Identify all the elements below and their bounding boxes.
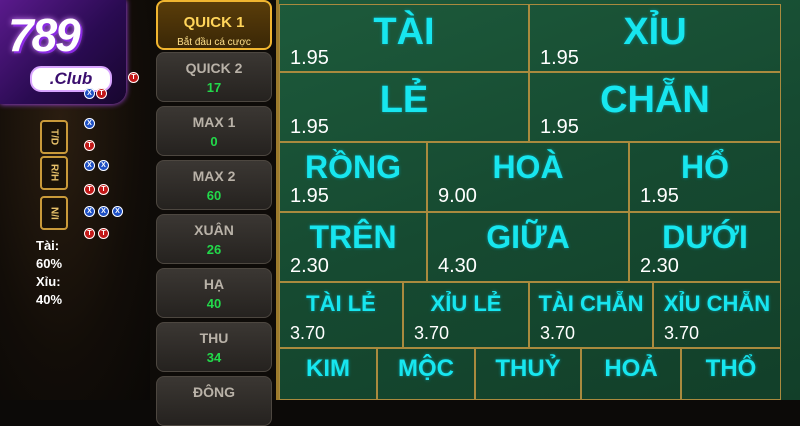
mode-value: 0 (210, 134, 218, 149)
bet-giua[interactable]: GIỮA 4.30 (427, 212, 629, 282)
bet-label: KIM (306, 355, 350, 382)
bet-label: DƯỚI (662, 219, 748, 255)
bet-odd: 2.30 (290, 255, 329, 277)
history-dot-tai: T (98, 228, 109, 239)
mode-name: ĐÔNG (193, 384, 235, 400)
bet-chan[interactable]: CHẴN 1.95 (529, 72, 781, 142)
mode-max-2[interactable]: MAX 2 60 (156, 160, 272, 210)
mode-thu[interactable]: THU 34 (156, 322, 272, 372)
bet-label: HỔ (681, 149, 729, 185)
bet-odd: 1.95 (290, 185, 329, 207)
bet-label: MỘC (398, 355, 454, 382)
bet-odd: 1.95 (540, 47, 579, 69)
bet-odd: 3.70 (664, 323, 700, 343)
bet-rong[interactable]: RỒNG 1.95 (279, 142, 427, 212)
bet-le[interactable]: LẺ 1.95 (279, 72, 529, 142)
bet-label: THỔ (705, 355, 757, 382)
tai-stat-label: Tài: (36, 238, 60, 253)
brand-logo: 789 .Club (0, 0, 126, 104)
bet-hoa-element[interactable]: HOẢ (581, 348, 681, 400)
mode-name: QUICK 2 (185, 60, 243, 76)
bet-odd: 4.30 (438, 255, 477, 277)
history-dot-xiu: X (84, 118, 95, 129)
bet-odd: 9.00 (438, 185, 477, 207)
bet-xiu-le[interactable]: XỈU LẺ 3.70 (403, 282, 529, 348)
bet-xiu-chan[interactable]: XỈU CHẴN 3.70 (653, 282, 781, 348)
bet-mode-list: QUICK 1 Bắt đầu cá cược QUICK 2 17 MAX 1… (150, 0, 276, 426)
bet-tai-le[interactable]: TÀI LẺ 3.70 (279, 282, 403, 348)
history-dot-tai: T (84, 140, 95, 151)
mode-name: MAX 2 (192, 168, 236, 184)
mode-max-1[interactable]: MAX 1 0 (156, 106, 272, 156)
bet-label: GIỮA (486, 219, 570, 255)
history-dot-xiu: X (98, 206, 109, 217)
mode-value: 34 (206, 350, 222, 365)
bet-odd: 2.30 (640, 255, 679, 277)
mode-value: 40 (206, 296, 222, 311)
mode-quick-1[interactable]: QUICK 1 Bắt đầu cá cược (156, 0, 272, 50)
mode-ha[interactable]: HẠ 40 (156, 268, 272, 318)
history-dot-xiu: X (84, 88, 95, 99)
bet-thuy[interactable]: THUỶ (475, 348, 581, 400)
bet-label: HOẢ (604, 355, 658, 382)
history-dot-tai: T (84, 228, 95, 239)
bet-ho[interactable]: HỔ 1.95 (629, 142, 781, 212)
mode-name: THU (199, 330, 229, 346)
bet-tai[interactable]: TÀI 1.95 (279, 4, 529, 72)
bet-odd: 1.95 (290, 116, 329, 138)
mode-value: 17 (206, 80, 222, 95)
bet-duoi[interactable]: DƯỚI 2.30 (629, 212, 781, 282)
bet-odd: 3.70 (290, 323, 326, 343)
history-dot-tai: T (128, 72, 139, 83)
mode-start-betting: Bắt đầu cá cược (177, 37, 251, 48)
history-dot-xiu: X (112, 206, 123, 217)
history-tag-ni[interactable]: N/I (40, 196, 68, 230)
bet-label: TÀI LẺ (306, 291, 376, 316)
bet-label: THUỶ (495, 355, 561, 382)
bet-kim[interactable]: KIM (279, 348, 377, 400)
history-tag-rh[interactable]: R/H (40, 156, 68, 190)
mode-name: QUICK 1 (183, 14, 245, 31)
bet-label: TÀI CHẴN (538, 291, 644, 316)
mode-name: MAX 1 (192, 114, 236, 130)
bet-label: XỈU LẺ (430, 291, 502, 316)
logo-number: 789 (8, 9, 81, 61)
mode-value: 26 (206, 242, 222, 257)
bet-odd: 1.95 (290, 47, 329, 69)
bet-odd: 3.70 (540, 323, 576, 343)
bet-moc[interactable]: MỘC (377, 348, 475, 400)
history-dot-tai: T (84, 184, 95, 195)
mode-value: 60 (206, 188, 222, 203)
bet-tren[interactable]: TRÊN 2.30 (279, 212, 427, 282)
tai-stat-value: 60% (36, 256, 63, 271)
bet-odd: 3.70 (414, 323, 450, 343)
history-tag-td[interactable]: T/D (40, 120, 68, 154)
bet-hoa[interactable]: HOÀ 9.00 (427, 142, 629, 212)
bet-tai-chan[interactable]: TÀI CHẴN 3.70 (529, 282, 653, 348)
betting-table: TÀI 1.95 XỈU 1.95 LẺ 1.95 CHẴN 1.95 RỒNG… (276, 0, 800, 400)
bet-label: TRÊN (309, 219, 397, 255)
history-dot-tai: T (96, 88, 107, 99)
mode-name: XUÂN (194, 222, 234, 238)
bet-label: RỒNG (305, 149, 401, 185)
history-dot-xiu: X (84, 160, 95, 171)
xiu-stat-label: Xỉu: (36, 274, 61, 289)
mode-xuan[interactable]: XUÂN 26 (156, 214, 272, 264)
mode-name: HẠ (203, 276, 225, 292)
history-dot-xiu: X (84, 206, 95, 217)
bet-label: HOÀ (492, 149, 564, 185)
history-dot-xiu: X (98, 160, 109, 171)
history-panel: 789 .Club T/D R/H N/I T X T X T X X T T … (0, 0, 150, 400)
bet-tho[interactable]: THỔ (681, 348, 781, 400)
bet-label: XỈU CHẴN (663, 291, 771, 316)
mode-dong[interactable]: ĐÔNG (156, 376, 272, 426)
mode-quick-2[interactable]: QUICK 2 17 (156, 52, 272, 102)
bet-xiu[interactable]: XỈU 1.95 (529, 4, 781, 72)
xiu-stat-value: 40% (36, 292, 63, 307)
bet-odd: 1.95 (640, 185, 679, 207)
bet-odd: 1.95 (540, 116, 579, 138)
history-dot-tai: T (98, 184, 109, 195)
